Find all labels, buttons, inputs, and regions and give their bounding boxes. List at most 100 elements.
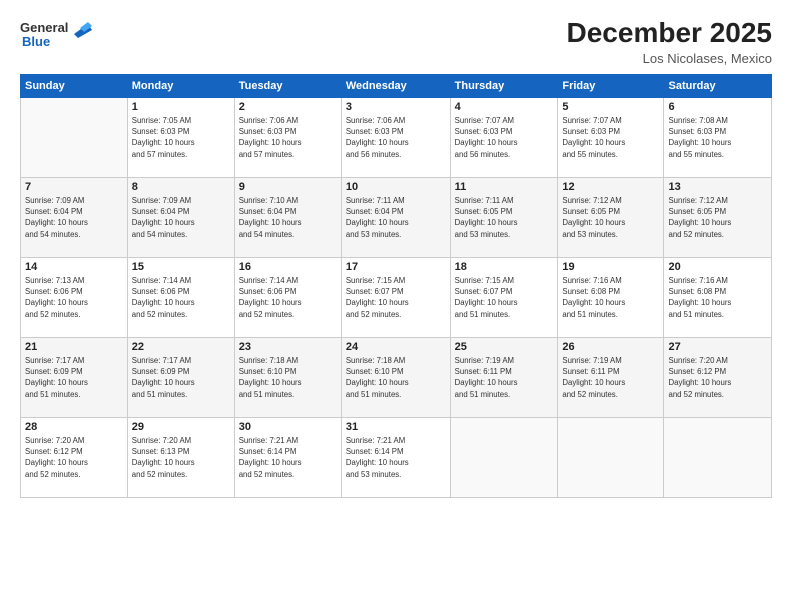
calendar-cell: 22 Sunrise: 7:17 AM Sunset: 6:09 PM Dayli… — [127, 337, 234, 417]
week-row-2: 7 Sunrise: 7:09 AM Sunset: 6:04 PM Daylig… — [21, 177, 772, 257]
day-info: Sunrise: 7:16 AM Sunset: 6:08 PM Dayligh… — [562, 275, 659, 320]
header-thursday: Thursday — [450, 74, 558, 97]
day-info: Sunrise: 7:14 AM Sunset: 6:06 PM Dayligh… — [239, 275, 337, 320]
calendar-cell: 9 Sunrise: 7:10 AM Sunset: 6:04 PM Daylig… — [234, 177, 341, 257]
calendar-cell: 28 Sunrise: 7:20 AM Sunset: 6:12 PM Dayli… — [21, 417, 128, 497]
day-info: Sunrise: 7:17 AM Sunset: 6:09 PM Dayligh… — [25, 355, 123, 400]
day-number: 5 — [562, 101, 659, 113]
title-block: December 2025 Los Nicolases, Mexico — [567, 18, 772, 66]
day-number: 24 — [346, 341, 446, 353]
week-row-3: 14 Sunrise: 7:13 AM Sunset: 6:06 PM Dayli… — [21, 257, 772, 337]
day-info: Sunrise: 7:17 AM Sunset: 6:09 PM Dayligh… — [132, 355, 230, 400]
calendar-cell: 14 Sunrise: 7:13 AM Sunset: 6:06 PM Dayli… — [21, 257, 128, 337]
day-number: 30 — [239, 421, 337, 433]
calendar-cell: 30Sunrise: 7:21 AM Sunset: 6:14 PM Dayli… — [234, 417, 341, 497]
day-number: 18 — [455, 261, 554, 273]
calendar-cell — [21, 97, 128, 177]
day-number: 9 — [239, 181, 337, 193]
day-number: 7 — [25, 181, 123, 193]
calendar-cell: 27Sunrise: 7:20 AM Sunset: 6:12 PM Dayli… — [664, 337, 772, 417]
day-number: 12 — [562, 181, 659, 193]
location-subtitle: Los Nicolases, Mexico — [567, 51, 772, 66]
day-info: Sunrise: 7:06 AM Sunset: 6:03 PM Dayligh… — [346, 115, 446, 160]
page: General Blue December 2025 Los Nicolases… — [0, 0, 792, 612]
day-info: Sunrise: 7:15 AM Sunset: 6:07 PM Dayligh… — [455, 275, 554, 320]
calendar-cell: 4Sunrise: 7:07 AM Sunset: 6:03 PM Daylig… — [450, 97, 558, 177]
calendar-cell: 26 Sunrise: 7:19 AM Sunset: 6:11 PM Dayli… — [558, 337, 664, 417]
day-number: 14 — [25, 261, 123, 273]
header-wednesday: Wednesday — [341, 74, 450, 97]
day-number: 3 — [346, 101, 446, 113]
day-info: Sunrise: 7:13 AM Sunset: 6:06 PM Dayligh… — [25, 275, 123, 320]
calendar-cell — [450, 417, 558, 497]
day-number: 25 — [455, 341, 554, 353]
day-info: Sunrise: 7:18 AM Sunset: 6:10 PM Dayligh… — [239, 355, 337, 400]
day-info: Sunrise: 7:09 AM Sunset: 6:04 PM Dayligh… — [25, 195, 123, 240]
calendar-cell: 31 Sunrise: 7:21 AM Sunset: 6:14 PM Dayli… — [341, 417, 450, 497]
day-info: Sunrise: 7:18 AM Sunset: 6:10 PM Dayligh… — [346, 355, 446, 400]
header-tuesday: Tuesday — [234, 74, 341, 97]
day-number: 13 — [668, 181, 767, 193]
day-info: Sunrise: 7:21 AM Sunset: 6:14 PM Dayligh… — [346, 435, 446, 480]
calendar-cell: 23 Sunrise: 7:18 AM Sunset: 6:10 PM Dayli… — [234, 337, 341, 417]
day-info: Sunrise: 7:12 AM Sunset: 6:05 PM Dayligh… — [668, 195, 767, 240]
calendar-cell — [664, 417, 772, 497]
day-info: Sunrise: 7:15 AM Sunset: 6:07 PM Dayligh… — [346, 275, 446, 320]
header-sunday: Sunday — [21, 74, 128, 97]
day-info: Sunrise: 7:09 AM Sunset: 6:04 PM Dayligh… — [132, 195, 230, 240]
calendar-cell: 18 Sunrise: 7:15 AM Sunset: 6:07 PM Dayli… — [450, 257, 558, 337]
calendar-cell: 15Sunrise: 7:14 AM Sunset: 6:06 PM Dayli… — [127, 257, 234, 337]
calendar-cell: 10 Sunrise: 7:11 AM Sunset: 6:04 PM Dayli… — [341, 177, 450, 257]
logo-blue: Blue — [22, 34, 50, 50]
week-row-4: 21 Sunrise: 7:17 AM Sunset: 6:09 PM Dayli… — [21, 337, 772, 417]
calendar-cell: 29Sunrise: 7:20 AM Sunset: 6:13 PM Dayli… — [127, 417, 234, 497]
calendar-cell: 16Sunrise: 7:14 AM Sunset: 6:06 PM Dayli… — [234, 257, 341, 337]
day-info: Sunrise: 7:08 AM Sunset: 6:03 PM Dayligh… — [668, 115, 767, 160]
calendar-cell: 11Sunrise: 7:11 AM Sunset: 6:05 PM Dayli… — [450, 177, 558, 257]
page-title: December 2025 — [567, 18, 772, 49]
day-info: Sunrise: 7:20 AM Sunset: 6:12 PM Dayligh… — [25, 435, 123, 480]
calendar-cell: 12 Sunrise: 7:12 AM Sunset: 6:05 PM Dayli… — [558, 177, 664, 257]
calendar-body: 1 Sunrise: 7:05 AM Sunset: 6:03 PM Daylig… — [21, 97, 772, 497]
calendar-cell: 24 Sunrise: 7:18 AM Sunset: 6:10 PM Dayli… — [341, 337, 450, 417]
day-number: 11 — [455, 181, 554, 193]
day-info: Sunrise: 7:12 AM Sunset: 6:05 PM Dayligh… — [562, 195, 659, 240]
calendar-cell: 3 Sunrise: 7:06 AM Sunset: 6:03 PM Daylig… — [341, 97, 450, 177]
header-monday: Monday — [127, 74, 234, 97]
day-number: 31 — [346, 421, 446, 433]
day-number: 27 — [668, 341, 767, 353]
calendar-cell: 17 Sunrise: 7:15 AM Sunset: 6:07 PM Dayli… — [341, 257, 450, 337]
day-number: 28 — [25, 421, 123, 433]
day-info: Sunrise: 7:05 AM Sunset: 6:03 PM Dayligh… — [132, 115, 230, 160]
day-number: 2 — [239, 101, 337, 113]
day-number: 15 — [132, 261, 230, 273]
day-info: Sunrise: 7:06 AM Sunset: 6:03 PM Dayligh… — [239, 115, 337, 160]
day-number: 23 — [239, 341, 337, 353]
day-number: 26 — [562, 341, 659, 353]
day-number: 10 — [346, 181, 446, 193]
calendar-cell: 6 Sunrise: 7:08 AM Sunset: 6:03 PM Daylig… — [664, 97, 772, 177]
day-info: Sunrise: 7:07 AM Sunset: 6:03 PM Dayligh… — [455, 115, 554, 160]
page-header: General Blue December 2025 Los Nicolases… — [20, 18, 772, 66]
day-number: 21 — [25, 341, 123, 353]
day-number: 17 — [346, 261, 446, 273]
day-number: 1 — [132, 101, 230, 113]
day-number: 6 — [668, 101, 767, 113]
day-number: 8 — [132, 181, 230, 193]
day-number: 29 — [132, 421, 230, 433]
header-saturday: Saturday — [664, 74, 772, 97]
day-info: Sunrise: 7:11 AM Sunset: 6:04 PM Dayligh… — [346, 195, 446, 240]
day-number: 20 — [668, 261, 767, 273]
day-info: Sunrise: 7:10 AM Sunset: 6:04 PM Dayligh… — [239, 195, 337, 240]
calendar-cell: 21 Sunrise: 7:17 AM Sunset: 6:09 PM Dayli… — [21, 337, 128, 417]
header-row: SundayMondayTuesdayWednesdayThursdayFrid… — [21, 74, 772, 97]
calendar-cell: 20Sunrise: 7:16 AM Sunset: 6:08 PM Dayli… — [664, 257, 772, 337]
calendar-cell: 5Sunrise: 7:07 AM Sunset: 6:03 PM Daylig… — [558, 97, 664, 177]
calendar-header: SundayMondayTuesdayWednesdayThursdayFrid… — [21, 74, 772, 97]
calendar-table: SundayMondayTuesdayWednesdayThursdayFrid… — [20, 74, 772, 498]
day-info: Sunrise: 7:19 AM Sunset: 6:11 PM Dayligh… — [562, 355, 659, 400]
day-number: 22 — [132, 341, 230, 353]
week-row-5: 28 Sunrise: 7:20 AM Sunset: 6:12 PM Dayli… — [21, 417, 772, 497]
calendar-cell: 1 Sunrise: 7:05 AM Sunset: 6:03 PM Daylig… — [127, 97, 234, 177]
calendar-cell: 2 Sunrise: 7:06 AM Sunset: 6:03 PM Daylig… — [234, 97, 341, 177]
